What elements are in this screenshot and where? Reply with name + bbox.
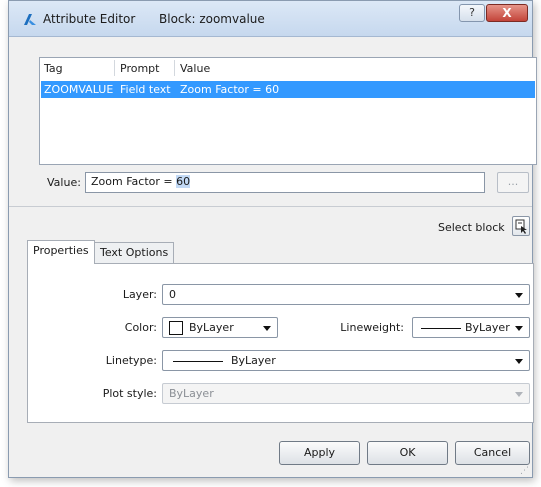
lineweight-dropdown[interactable]: ByLayer <box>412 317 530 338</box>
value-input[interactable]: Zoom Factor = 60 <box>85 172 485 193</box>
chevron-down-icon <box>515 293 523 298</box>
linetype-value: ByLayer <box>231 354 276 367</box>
lineweight-sample <box>421 328 461 329</box>
cancel-button[interactable]: Cancel <box>455 441 530 465</box>
column-header-value[interactable]: Value <box>180 62 210 75</box>
apply-button[interactable]: Apply <box>279 441 360 465</box>
close-icon: X <box>502 6 512 20</box>
chevron-down-icon <box>515 326 523 331</box>
value-selected-text: 60 <box>176 175 191 188</box>
attribute-list[interactable]: Tag Prompt Value ZOOMVALUE Field text Zo… <box>39 57 537 165</box>
resize-grip-icon[interactable]: ⋰ <box>520 467 530 477</box>
chevron-down-icon <box>515 392 523 397</box>
color-label: Color: <box>124 321 157 334</box>
field-browse-button[interactable]: ... <box>497 172 529 193</box>
linetype-dropdown[interactable]: ByLayer <box>162 350 530 371</box>
window-title: Attribute Editor <box>43 12 136 26</box>
plot-style-label: Plot style: <box>102 387 157 400</box>
block-name-label: Block: zoomvalue <box>159 12 265 26</box>
help-icon: ? <box>469 6 475 19</box>
linetype-label: Linetype: <box>105 354 157 367</box>
column-header-prompt[interactable]: Prompt <box>120 62 159 75</box>
color-value: ByLayer <box>189 321 234 334</box>
value-label: Value: <box>47 176 81 189</box>
select-block-icon <box>515 219 527 234</box>
chevron-down-icon <box>515 359 523 364</box>
linetype-sample <box>173 361 223 362</box>
plot-style-value: ByLayer <box>169 387 214 400</box>
value-text: Zoom Factor = <box>91 175 177 188</box>
layer-label: Layer: <box>122 288 157 301</box>
column-divider[interactable] <box>174 60 175 76</box>
ok-button[interactable]: OK <box>367 441 448 465</box>
divider <box>9 206 532 207</box>
close-button[interactable]: X <box>486 4 528 22</box>
attribute-editor-dialog: Attribute Editor Block: zoomvalue ? X Ta… <box>8 0 537 478</box>
row-prompt: Field text <box>120 83 171 96</box>
color-swatch <box>169 321 183 335</box>
attribute-row-zoomvalue[interactable]: ZOOMVALUE Field text Zoom Factor = 60 <box>41 81 535 98</box>
layer-value: 0 <box>169 288 176 301</box>
color-dropdown[interactable]: ByLayer <box>162 317 278 338</box>
plot-style-dropdown[interactable]: ByLayer <box>162 383 530 404</box>
select-block-label: Select block <box>438 221 505 234</box>
title-bar[interactable]: Attribute Editor Block: zoomvalue ? X <box>9 1 532 37</box>
lineweight-label: Lineweight: <box>340 321 404 334</box>
autocad-logo-icon <box>24 14 36 25</box>
layer-dropdown[interactable]: 0 <box>162 284 530 305</box>
row-value: Zoom Factor = 60 <box>180 83 280 96</box>
row-tag: ZOOMVALUE <box>44 83 114 96</box>
help-button[interactable]: ? <box>459 4 485 22</box>
lineweight-value: ByLayer <box>465 321 510 334</box>
tab-properties[interactable]: Properties <box>27 240 95 264</box>
chevron-down-icon <box>263 326 271 331</box>
column-divider[interactable] <box>114 60 115 76</box>
column-header-tag[interactable]: Tag <box>44 62 63 75</box>
select-block-button[interactable] <box>512 216 530 236</box>
properties-panel: Layer: 0 Color: ByLayer Lineweight: ByLa… <box>27 263 534 423</box>
tab-text-options[interactable]: Text Options <box>94 242 175 263</box>
